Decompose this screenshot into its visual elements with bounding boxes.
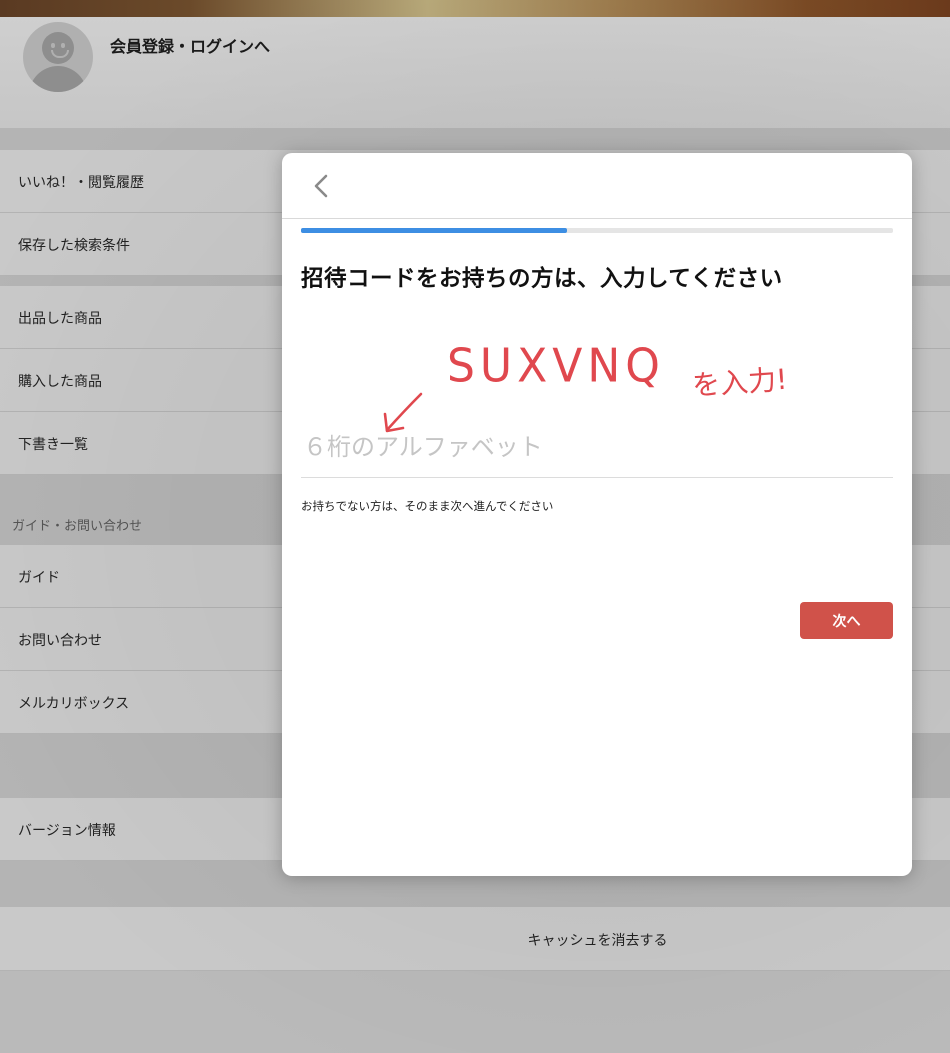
skip-hint-text: お持ちでない方は、そのまま次へ進んでください <box>301 499 554 513</box>
user-avatar-icon <box>23 22 93 92</box>
chevron-left-icon[interactable] <box>306 169 336 203</box>
account-header[interactable]: 会員登録・ログインへ <box>0 17 950 128</box>
input-underline <box>301 477 893 478</box>
section-gap <box>0 128 950 150</box>
handwritten-note-annotation: を入力! <box>691 362 789 403</box>
progress-bar-fill <box>301 228 568 233</box>
modal-title: 招待コードをお持ちの方は、入力してください <box>301 266 783 292</box>
next-button[interactable]: 次へ <box>800 602 893 639</box>
login-register-link[interactable]: 会員登録・ログインへ <box>110 33 270 57</box>
invite-code-modal: 招待コードをお持ちの方は、入力してください SUXVNQ を入力! お持ちでない… <box>282 153 912 876</box>
guide-section-label: ガイド・お問い合わせ <box>12 519 143 534</box>
progress-bar <box>301 228 893 233</box>
handwritten-code-annotation: SUXVNQ <box>447 339 665 394</box>
invite-code-input[interactable] <box>303 425 893 469</box>
modal-header-divider <box>282 218 912 219</box>
bottom-area <box>0 971 950 1053</box>
clear-cache-button[interactable]: キャッシュを消去する <box>0 907 950 971</box>
top-background-strip <box>0 0 950 17</box>
